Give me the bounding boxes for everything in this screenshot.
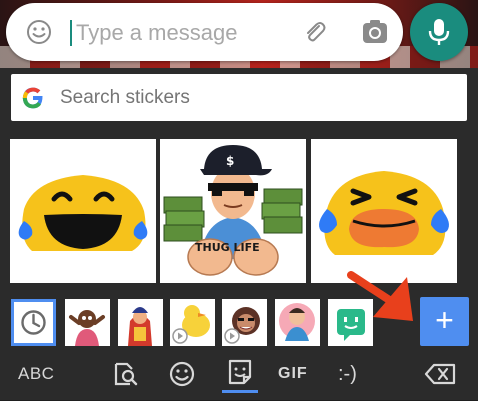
crying-blob-sticker[interactable] bbox=[311, 139, 457, 283]
message-compose-bar bbox=[6, 3, 403, 61]
sticker-search-input[interactable] bbox=[58, 81, 452, 115]
laughing-blob-sticker[interactable] bbox=[10, 139, 156, 283]
add-sticker-pack-button[interactable]: + bbox=[420, 297, 469, 346]
plus-icon: + bbox=[435, 302, 454, 338]
emoji-tab-icon[interactable] bbox=[167, 352, 197, 396]
active-tab-indicator bbox=[222, 390, 258, 393]
microphone-icon bbox=[428, 19, 450, 45]
thug-life-sticker[interactable]: $ THUG LIFE bbox=[160, 139, 306, 283]
abc-keyboard-button[interactable]: ABC bbox=[18, 352, 60, 396]
sticker-search-icon[interactable] bbox=[110, 352, 140, 396]
backspace-icon[interactable] bbox=[422, 352, 458, 396]
svg-text:$: $ bbox=[226, 154, 234, 168]
tray-pack-1[interactable] bbox=[65, 299, 110, 346]
text-cursor bbox=[70, 20, 72, 46]
google-logo-icon bbox=[20, 85, 46, 111]
tray-pack-5[interactable] bbox=[275, 299, 320, 346]
thug-life-caption: THUG LIFE bbox=[195, 241, 260, 254]
paperclip-icon[interactable] bbox=[301, 18, 329, 46]
emoji-icon[interactable] bbox=[26, 19, 52, 45]
sticker-search-box[interactable] bbox=[11, 74, 467, 121]
emoticon-tab-button[interactable]: :-) bbox=[338, 352, 378, 396]
clock-icon bbox=[21, 310, 46, 335]
tray-pack-3[interactable] bbox=[170, 299, 215, 346]
microphone-button[interactable] bbox=[410, 3, 468, 61]
message-input[interactable] bbox=[74, 15, 278, 51]
tray-pack-2[interactable] bbox=[118, 299, 163, 346]
annotation-arrow-icon bbox=[347, 271, 413, 321]
tray-recent-tab[interactable] bbox=[11, 299, 56, 346]
sticker-keyboard: $ THUG LIFE bbox=[0, 68, 478, 400]
camera-icon[interactable] bbox=[361, 19, 389, 45]
keyboard-bottom-bar: ABC GIF:-) bbox=[0, 352, 478, 400]
tray-pack-4[interactable] bbox=[222, 299, 267, 346]
gif-tab-button[interactable]: GIF bbox=[278, 352, 314, 396]
